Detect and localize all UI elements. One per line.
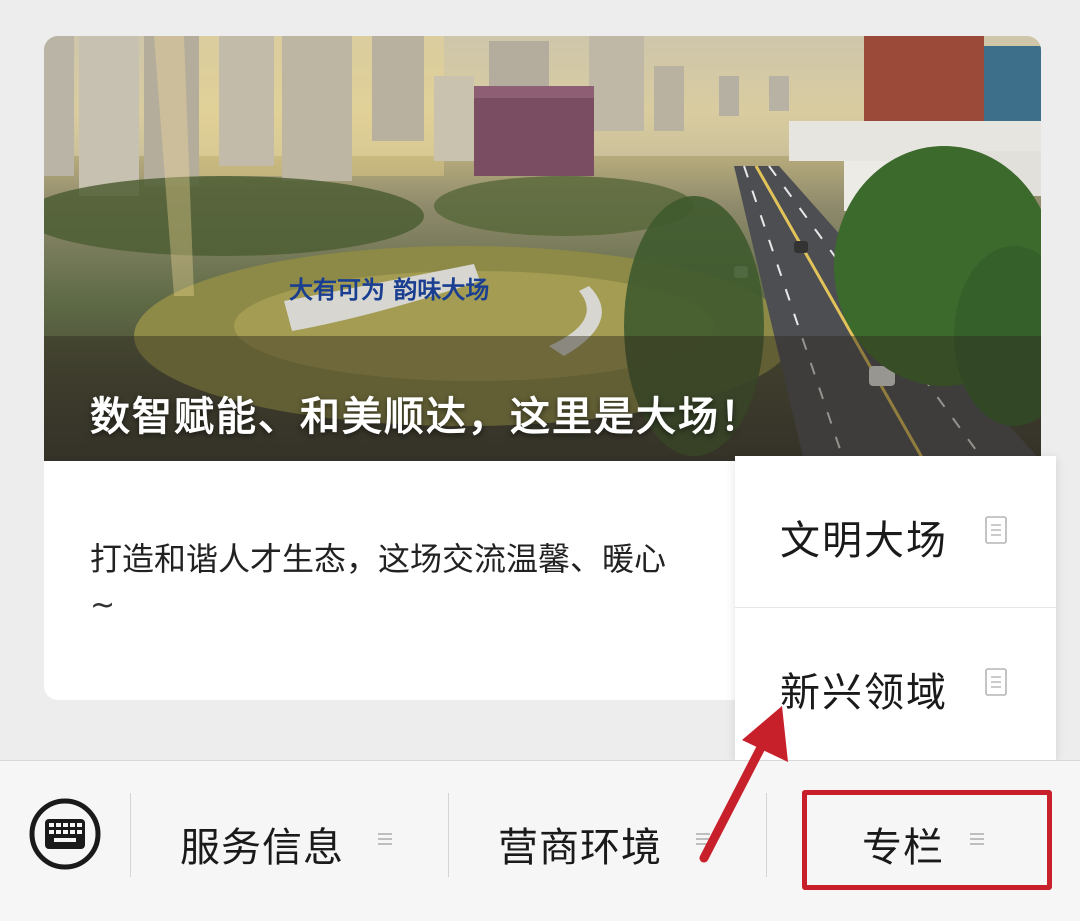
menu-item-label: 营商环境 [498, 825, 662, 871]
document-icon [985, 668, 1007, 700]
article-cover-image: 大有可为 韵味大场 数智赋能、和美顺达，这里是大场！ [44, 36, 1041, 461]
keyboard-icon[interactable] [28, 797, 102, 871]
menu-divider [448, 793, 449, 877]
article-summary: 打造和谐人才生态，这场交流温馨、暖心 [90, 540, 667, 578]
sign-text: 大有可为 韵味大场 [289, 276, 489, 304]
submenu-item-label: 新兴领域 [780, 670, 948, 716]
menu-item-label: 服务信息 [180, 825, 344, 871]
article-summary-tail: ~ [90, 588, 116, 623]
submenu-item-wenming-dachang[interactable]: 文明大场 [735, 456, 1056, 608]
document-icon [985, 516, 1007, 548]
menu-lines-icon [378, 831, 392, 851]
annotation-arrow-icon [690, 700, 800, 874]
annotation-highlight-box [802, 790, 1052, 890]
article-title: 数智赋能、和美顺达，这里是大场！ [90, 394, 762, 440]
menu-divider [130, 793, 131, 877]
submenu-item-label: 文明大场 [780, 518, 948, 564]
